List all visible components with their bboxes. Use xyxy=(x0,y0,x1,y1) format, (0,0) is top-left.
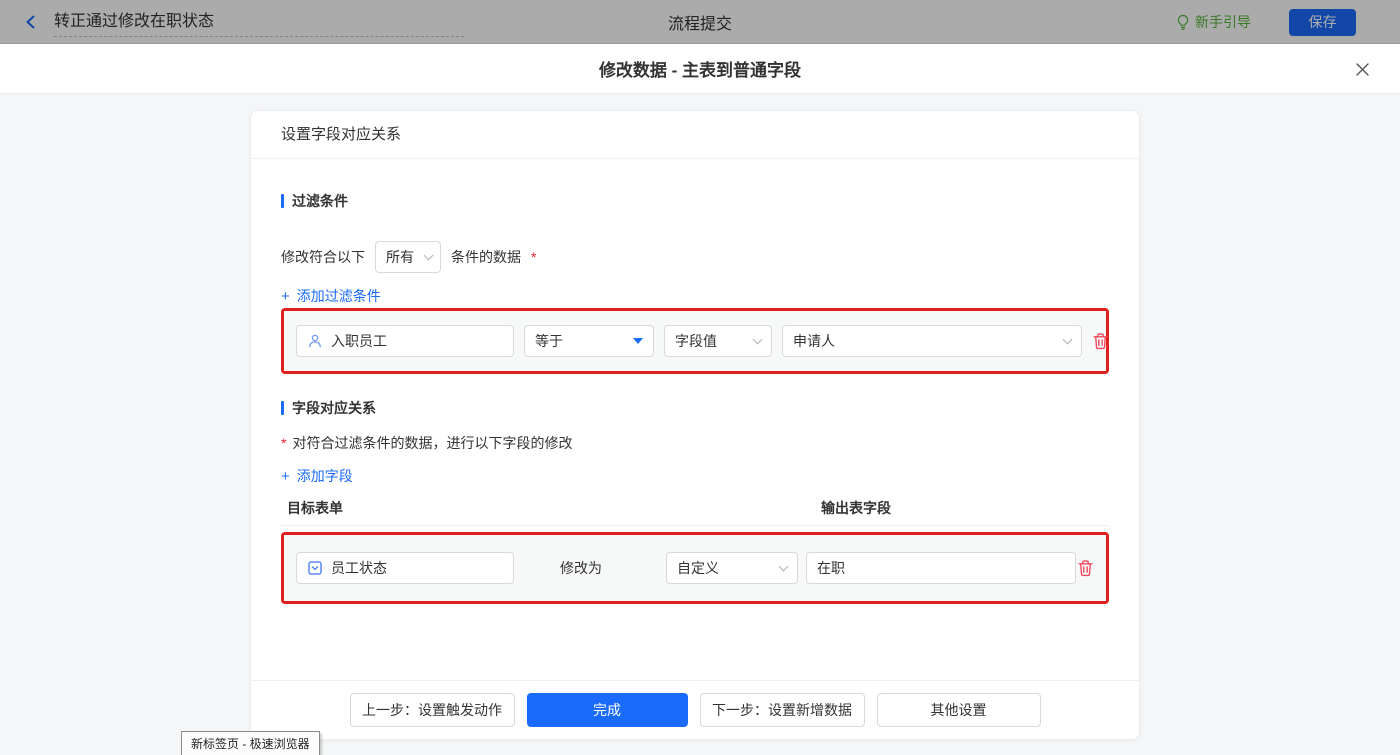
sentence-prefix: 修改符合以下 xyxy=(281,249,365,265)
mapping-section-title-text: 字段对应关系 xyxy=(292,400,376,416)
value-source-select[interactable]: 自定义 xyxy=(666,552,798,584)
filter-section-title-text: 过滤条件 xyxy=(292,193,348,209)
topbar-left: 转正通过修改在职状态 xyxy=(0,7,464,37)
back-icon xyxy=(26,15,35,28)
next-step-button[interactable]: 下一步：设置新增数据 xyxy=(699,693,865,727)
delete-field-button[interactable] xyxy=(1077,559,1094,577)
add-field-link[interactable]: + 添加字段 xyxy=(281,466,353,486)
chevron-down-icon xyxy=(1062,334,1073,344)
match-mode-value: 所有 xyxy=(386,249,414,265)
value-type-value: 字段值 xyxy=(675,333,717,349)
card-header: 设置字段对应关系 xyxy=(251,111,1139,159)
field-mapping-highlight: 员工状态 修改为 自定义 在职 xyxy=(281,532,1109,604)
user-icon xyxy=(309,334,321,348)
filter-field-input[interactable]: 入职员工 xyxy=(296,325,514,357)
operator-select[interactable]: 等于 xyxy=(524,325,654,357)
add-filter-label: 添加过滤条件 xyxy=(296,288,381,304)
value-source-value: 自定义 xyxy=(677,560,719,576)
plus-icon: + xyxy=(281,287,290,305)
topbar: 转正通过修改在职状态 流程提交 新手引导 保存 xyxy=(0,0,1400,44)
filter-sentence: 修改符合以下 所有 条件的数据 * xyxy=(281,241,1109,273)
flow-title[interactable]: 转正通过修改在职状态 xyxy=(54,7,464,37)
operator-value: 等于 xyxy=(535,333,563,349)
screen: 转正通过修改在职状态 流程提交 新手引导 保存 修改数据 - 主表到普通字段 设… xyxy=(0,0,1400,755)
divider xyxy=(281,525,1109,526)
dialog-header: 修改数据 - 主表到普通字段 xyxy=(0,44,1400,94)
caret-down-icon xyxy=(633,338,643,344)
column-target-form: 目标表单 xyxy=(287,500,343,516)
add-filter-condition-link[interactable]: + 添加过滤条件 xyxy=(281,286,381,306)
other-settings-button[interactable]: 其他设置 xyxy=(876,693,1041,727)
delete-condition-button[interactable] xyxy=(1092,332,1109,350)
prev-step-button[interactable]: 上一步：设置触发动作 xyxy=(349,693,515,727)
mapping-section-title: 字段对应关系 xyxy=(281,398,1109,418)
add-field-label: 添加字段 xyxy=(296,468,353,484)
lightbulb-icon xyxy=(1177,14,1189,30)
guide-label: 新手引导 xyxy=(1195,14,1251,30)
save-button[interactable]: 保存 xyxy=(1289,8,1356,36)
chevron-down-icon xyxy=(752,334,763,344)
required-mark: * xyxy=(281,435,287,451)
close-button[interactable] xyxy=(1350,57,1375,82)
done-button[interactable]: 完成 xyxy=(526,693,688,727)
section-accent-bar xyxy=(281,194,284,208)
mapping-description: * 对符合过滤条件的数据，进行以下字段的修改 xyxy=(281,433,1109,453)
target-field-value: 员工状态 xyxy=(331,560,387,576)
chevron-down-icon xyxy=(778,561,789,571)
filter-section-title: 过滤条件 xyxy=(281,191,1109,211)
column-output-field: 输出表字段 xyxy=(821,500,891,516)
section-accent-bar xyxy=(281,401,284,415)
match-mode-select[interactable]: 所有 xyxy=(375,241,441,273)
back-button[interactable] xyxy=(22,13,40,31)
target-field-input[interactable]: 员工状态 xyxy=(296,552,514,584)
modify-to-label: 修改为 xyxy=(560,560,602,576)
required-mark: * xyxy=(531,249,537,265)
browser-tooltip: 新标签页 - 极速浏览器 xyxy=(181,731,320,755)
mapping-column-headers: 目标表单 输出表字段 xyxy=(281,498,1109,516)
filter-condition-row: 入职员工 等于 字段值 申请人 xyxy=(284,311,1109,371)
value-type-select[interactable]: 字段值 xyxy=(664,325,772,357)
dialog-footer: 上一步：设置触发动作 完成 下一步：设置新增数据 其他设置 xyxy=(251,680,1139,739)
filter-condition-highlight: 入职员工 等于 字段值 申请人 xyxy=(281,308,1109,374)
settings-card: 设置字段对应关系 过滤条件 修改符合以下 所有 条件的数据 * + 添加过滤条件… xyxy=(250,110,1140,740)
mapping-description-text: 对符合过滤条件的数据，进行以下字段的修改 xyxy=(292,435,573,451)
custom-value-text: 在职 xyxy=(817,560,845,576)
chevron-down-icon xyxy=(423,250,434,260)
custom-value-input[interactable]: 在职 xyxy=(806,552,1076,584)
sentence-suffix: 条件的数据 xyxy=(451,249,521,265)
dialog-title: 修改数据 - 主表到普通字段 xyxy=(598,61,802,80)
tab-process-submit[interactable]: 流程提交 xyxy=(668,10,732,34)
field-mapping-row: 员工状态 修改为 自定义 在职 xyxy=(284,535,1106,601)
filter-field-value: 入职员工 xyxy=(331,333,387,349)
guide-button[interactable]: 新手引导 xyxy=(1176,12,1251,32)
filter-value-select[interactable]: 申请人 xyxy=(782,325,1082,357)
card-body: 过滤条件 修改符合以下 所有 条件的数据 * + 添加过滤条件 入职员工 等于 … xyxy=(251,191,1139,604)
trash-icon xyxy=(1093,333,1108,350)
modal-edit-data: 修改数据 - 主表到普通字段 设置字段对应关系 过滤条件 修改符合以下 所有 条… xyxy=(0,44,1400,755)
plus-icon: + xyxy=(281,467,290,485)
trash-icon xyxy=(1078,560,1093,577)
filter-value: 申请人 xyxy=(793,333,835,349)
topbar-right: 新手引导 保存 xyxy=(1176,0,1356,44)
select-field-icon xyxy=(308,561,322,575)
close-icon xyxy=(1356,63,1369,76)
